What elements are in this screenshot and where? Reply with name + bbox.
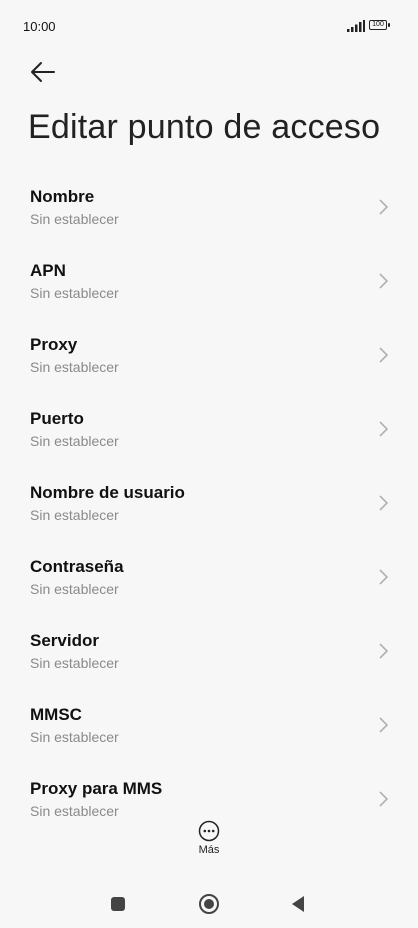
back-triangle-icon[interactable] (290, 895, 306, 913)
item-value: Sin establecer (30, 507, 119, 523)
item-value: Sin establecer (30, 803, 119, 816)
home-circle-icon[interactable] (198, 893, 220, 915)
chevron-right-icon (379, 717, 389, 733)
back-button[interactable] (26, 58, 60, 86)
chevron-right-icon (379, 495, 389, 511)
list-item-mmsc[interactable]: MMSC Sin establecer (0, 694, 418, 768)
item-title: Proxy (30, 335, 78, 354)
list-item-proxy-para-mms[interactable]: Proxy para MMS Sin establecer (0, 768, 418, 816)
item-value: Sin establecer (30, 285, 119, 301)
list-item-puerto[interactable]: Puerto Sin establecer (0, 398, 418, 472)
chevron-right-icon (379, 791, 389, 807)
item-value: Sin establecer (30, 433, 119, 449)
item-title: APN (30, 261, 66, 280)
chevron-right-icon (379, 199, 389, 215)
item-value: Sin establecer (30, 211, 119, 227)
chevron-right-icon (379, 273, 389, 289)
more-horizontal-circle-icon (198, 820, 220, 842)
more-button[interactable]: Más (184, 820, 234, 862)
chevron-right-icon (379, 421, 389, 437)
page-title: Editar punto de acceso (28, 108, 381, 146)
chevron-right-icon (379, 569, 389, 585)
item-value: Sin establecer (30, 655, 119, 671)
status-time: 10:00 (23, 19, 56, 34)
list-item-proxy[interactable]: Proxy Sin establecer (0, 324, 418, 398)
item-value: Sin establecer (30, 581, 119, 597)
item-title: MMSC (30, 705, 82, 724)
chevron-right-icon (379, 643, 389, 659)
item-title: Proxy para MMS (30, 779, 163, 798)
arrow-left-icon (31, 62, 55, 82)
item-value: Sin establecer (30, 729, 119, 745)
item-title: Puerto (30, 409, 84, 428)
item-title: Contraseña (30, 557, 124, 576)
chevron-right-icon (379, 347, 389, 363)
battery-cap (388, 23, 390, 27)
list-item-nombre[interactable]: Nombre Sin establecer (0, 176, 418, 250)
item-title: Servidor (30, 631, 99, 650)
status-bar: 10:00 100 (0, 0, 418, 50)
more-label: Más (198, 844, 220, 856)
item-title: Nombre (30, 187, 95, 206)
list-item-contrasena[interactable]: Contraseña Sin establecer (0, 546, 418, 620)
recents-square-icon[interactable] (110, 896, 126, 912)
list-item-servidor[interactable]: Servidor Sin establecer (0, 620, 418, 694)
signal-icon (347, 20, 365, 32)
battery-level: 100 (369, 20, 387, 30)
item-value: Sin establecer (30, 359, 119, 375)
item-title: Nombre de usuario (30, 483, 185, 502)
list-item-nombre-de-usuario[interactable]: Nombre de usuario Sin establecer (0, 472, 418, 546)
list-item-apn[interactable]: APN Sin establecer (0, 250, 418, 324)
system-navigation-bar (0, 880, 418, 928)
settings-list[interactable]: Nombre Sin establecer APN Sin establecer… (0, 176, 418, 816)
battery-icon: 100 (369, 20, 391, 32)
